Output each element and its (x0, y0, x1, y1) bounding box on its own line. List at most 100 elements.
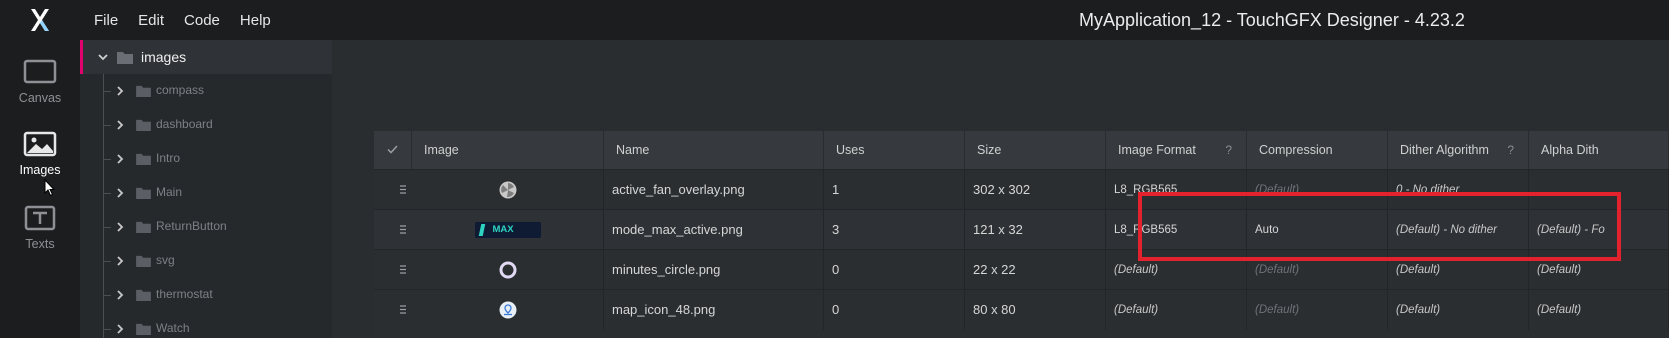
compression-select[interactable]: (Default) (1247, 170, 1388, 210)
folder-icon (136, 255, 151, 267)
tree-connector (103, 193, 111, 194)
column-header-image-format[interactable]: Image Format ? (1106, 131, 1247, 169)
compression-select[interactable]: Auto (1247, 210, 1388, 250)
tree-item-images[interactable]: images (80, 40, 332, 74)
image-uses: 1 (824, 170, 965, 210)
menu-help[interactable]: Help (240, 12, 271, 29)
tree-item-label: Main (156, 185, 183, 199)
image-format-select[interactable]: L8_RGB565 (1106, 170, 1247, 210)
select-all-column-header[interactable] (374, 131, 412, 169)
image-format-select[interactable]: (Default) (1106, 290, 1247, 330)
column-header-dither-label: Dither Algorithm (1400, 143, 1489, 157)
image-thumbnail-cell (412, 250, 604, 290)
tree-item-returnbutton[interactable]: ReturnButton (80, 210, 332, 244)
max-badge-label: MAX (492, 224, 514, 235)
image-size: 80 x 80 (965, 290, 1106, 330)
tree-connector (103, 159, 111, 160)
table-row[interactable]: map_icon_48.png 0 80 x 80 (Default) (Def… (374, 289, 1669, 330)
column-header-size[interactable]: Size (965, 131, 1106, 169)
folder-icon (136, 289, 151, 301)
image-uses: 3 (824, 210, 965, 250)
drag-handle-icon[interactable] (400, 225, 406, 234)
chevron-down-icon[interactable] (97, 51, 109, 63)
chevron-right-icon[interactable] (114, 255, 126, 267)
folder-icon (136, 187, 151, 199)
rail-item-images[interactable]: Images (0, 116, 80, 186)
canvas-icon (23, 59, 57, 84)
dither-select[interactable]: (Default) (1388, 250, 1529, 290)
chevron-right-icon[interactable] (114, 221, 126, 233)
column-header-compression[interactable]: Compression (1247, 131, 1388, 169)
tree-connector (103, 91, 111, 92)
rail-label-canvas: Canvas (18, 91, 62, 105)
image-size: 22 x 22 (965, 250, 1106, 290)
folder-icon (136, 153, 151, 165)
column-header-image[interactable]: Image (412, 131, 604, 169)
alpha-dither-select[interactable]: (Default) (1529, 290, 1669, 330)
column-header-name[interactable]: Name (604, 131, 824, 169)
chevron-right-icon[interactable] (114, 119, 126, 131)
tree-item-compass[interactable]: compass (80, 74, 332, 108)
tree-item-main[interactable]: Main (80, 176, 332, 210)
chevron-right-icon[interactable] (114, 323, 126, 335)
compression-select[interactable]: (Default) (1247, 290, 1388, 330)
dither-select[interactable]: (Default) (1388, 290, 1529, 330)
column-header-uses[interactable]: Uses (824, 131, 965, 169)
image-table: Image Name Uses Size Image Format ? Comp… (374, 131, 1669, 338)
menu-edit[interactable]: Edit (138, 12, 164, 29)
tree-item-label: svg (156, 253, 175, 267)
chevron-right-icon[interactable] (114, 187, 126, 199)
circle-thumbnail (499, 261, 516, 279)
image-thumbnail-cell: MAX (412, 210, 604, 250)
image-name: mode_max_active.png (604, 210, 824, 250)
rail-label-images: Images (19, 163, 61, 177)
folder-icon (136, 119, 151, 131)
touchgfx-logo-icon (31, 9, 49, 31)
tree-item-label: thermostat (156, 287, 213, 301)
column-header-image-format-label: Image Format (1118, 143, 1196, 157)
chevron-right-icon[interactable] (114, 289, 126, 301)
tree-item-dashboard[interactable]: dashboard (80, 108, 332, 142)
table-row[interactable]: active_fan_overlay.png 1 302 x 302 L8_RG… (374, 169, 1669, 210)
alpha-dither-select[interactable]: (Default) - Fo (1529, 210, 1669, 250)
column-header-alpha-dither[interactable]: Alpha Dith (1529, 131, 1669, 169)
tree-item-thermostat[interactable]: thermostat (80, 278, 332, 312)
tree-item-svg[interactable]: svg (80, 244, 332, 278)
image-format-select[interactable]: (Default) (1106, 250, 1247, 290)
tree-connector (103, 227, 111, 228)
menu-bar: File Edit Code Help (80, 0, 277, 40)
drag-handle-icon[interactable] (400, 305, 406, 314)
images-icon (23, 131, 57, 157)
max-thumbnail: MAX (474, 222, 541, 238)
table-row[interactable]: MAX mode_max_active.png 3 121 x 32 L8_RG… (374, 209, 1669, 250)
image-name: map_icon_48.png (604, 290, 824, 330)
tree-item-label: dashboard (156, 117, 213, 131)
drag-handle-icon[interactable] (400, 265, 406, 274)
help-icon[interactable]: ? (1225, 131, 1232, 169)
menu-file[interactable]: File (94, 12, 118, 29)
dither-select[interactable]: 0 - No dither (1388, 170, 1529, 210)
tree-item-label: Watch (156, 321, 190, 335)
column-header-dither-algorithm[interactable]: Dither Algorithm ? (1388, 131, 1529, 169)
drag-handle-icon[interactable] (400, 185, 406, 194)
tree-connector (103, 125, 111, 126)
alpha-dither-select[interactable] (1529, 170, 1669, 210)
folder-icon (136, 323, 151, 335)
dither-select[interactable]: (Default) - No dither (1388, 210, 1529, 250)
tree-item-intro[interactable]: Intro (80, 142, 332, 176)
rail-item-texts[interactable]: Texts (0, 190, 80, 260)
help-icon[interactable]: ? (1507, 131, 1514, 169)
tree-item-watch[interactable]: Watch (80, 312, 332, 338)
tree-connector (103, 329, 111, 330)
chevron-right-icon[interactable] (114, 153, 126, 165)
chevron-right-icon[interactable] (114, 85, 126, 97)
rail-item-canvas[interactable]: Canvas (0, 44, 80, 114)
image-format-select[interactable]: L8_RGB565 (1106, 210, 1247, 250)
tree-connector (103, 295, 111, 296)
table-row[interactable]: minutes_circle.png 0 22 x 22 (Default) (… (374, 249, 1669, 290)
image-size: 121 x 32 (965, 210, 1106, 250)
compression-select[interactable]: (Default) (1247, 250, 1388, 290)
tree-item-label: ReturnButton (156, 219, 227, 233)
menu-code[interactable]: Code (184, 12, 220, 29)
alpha-dither-select[interactable]: (Default) (1529, 250, 1669, 290)
